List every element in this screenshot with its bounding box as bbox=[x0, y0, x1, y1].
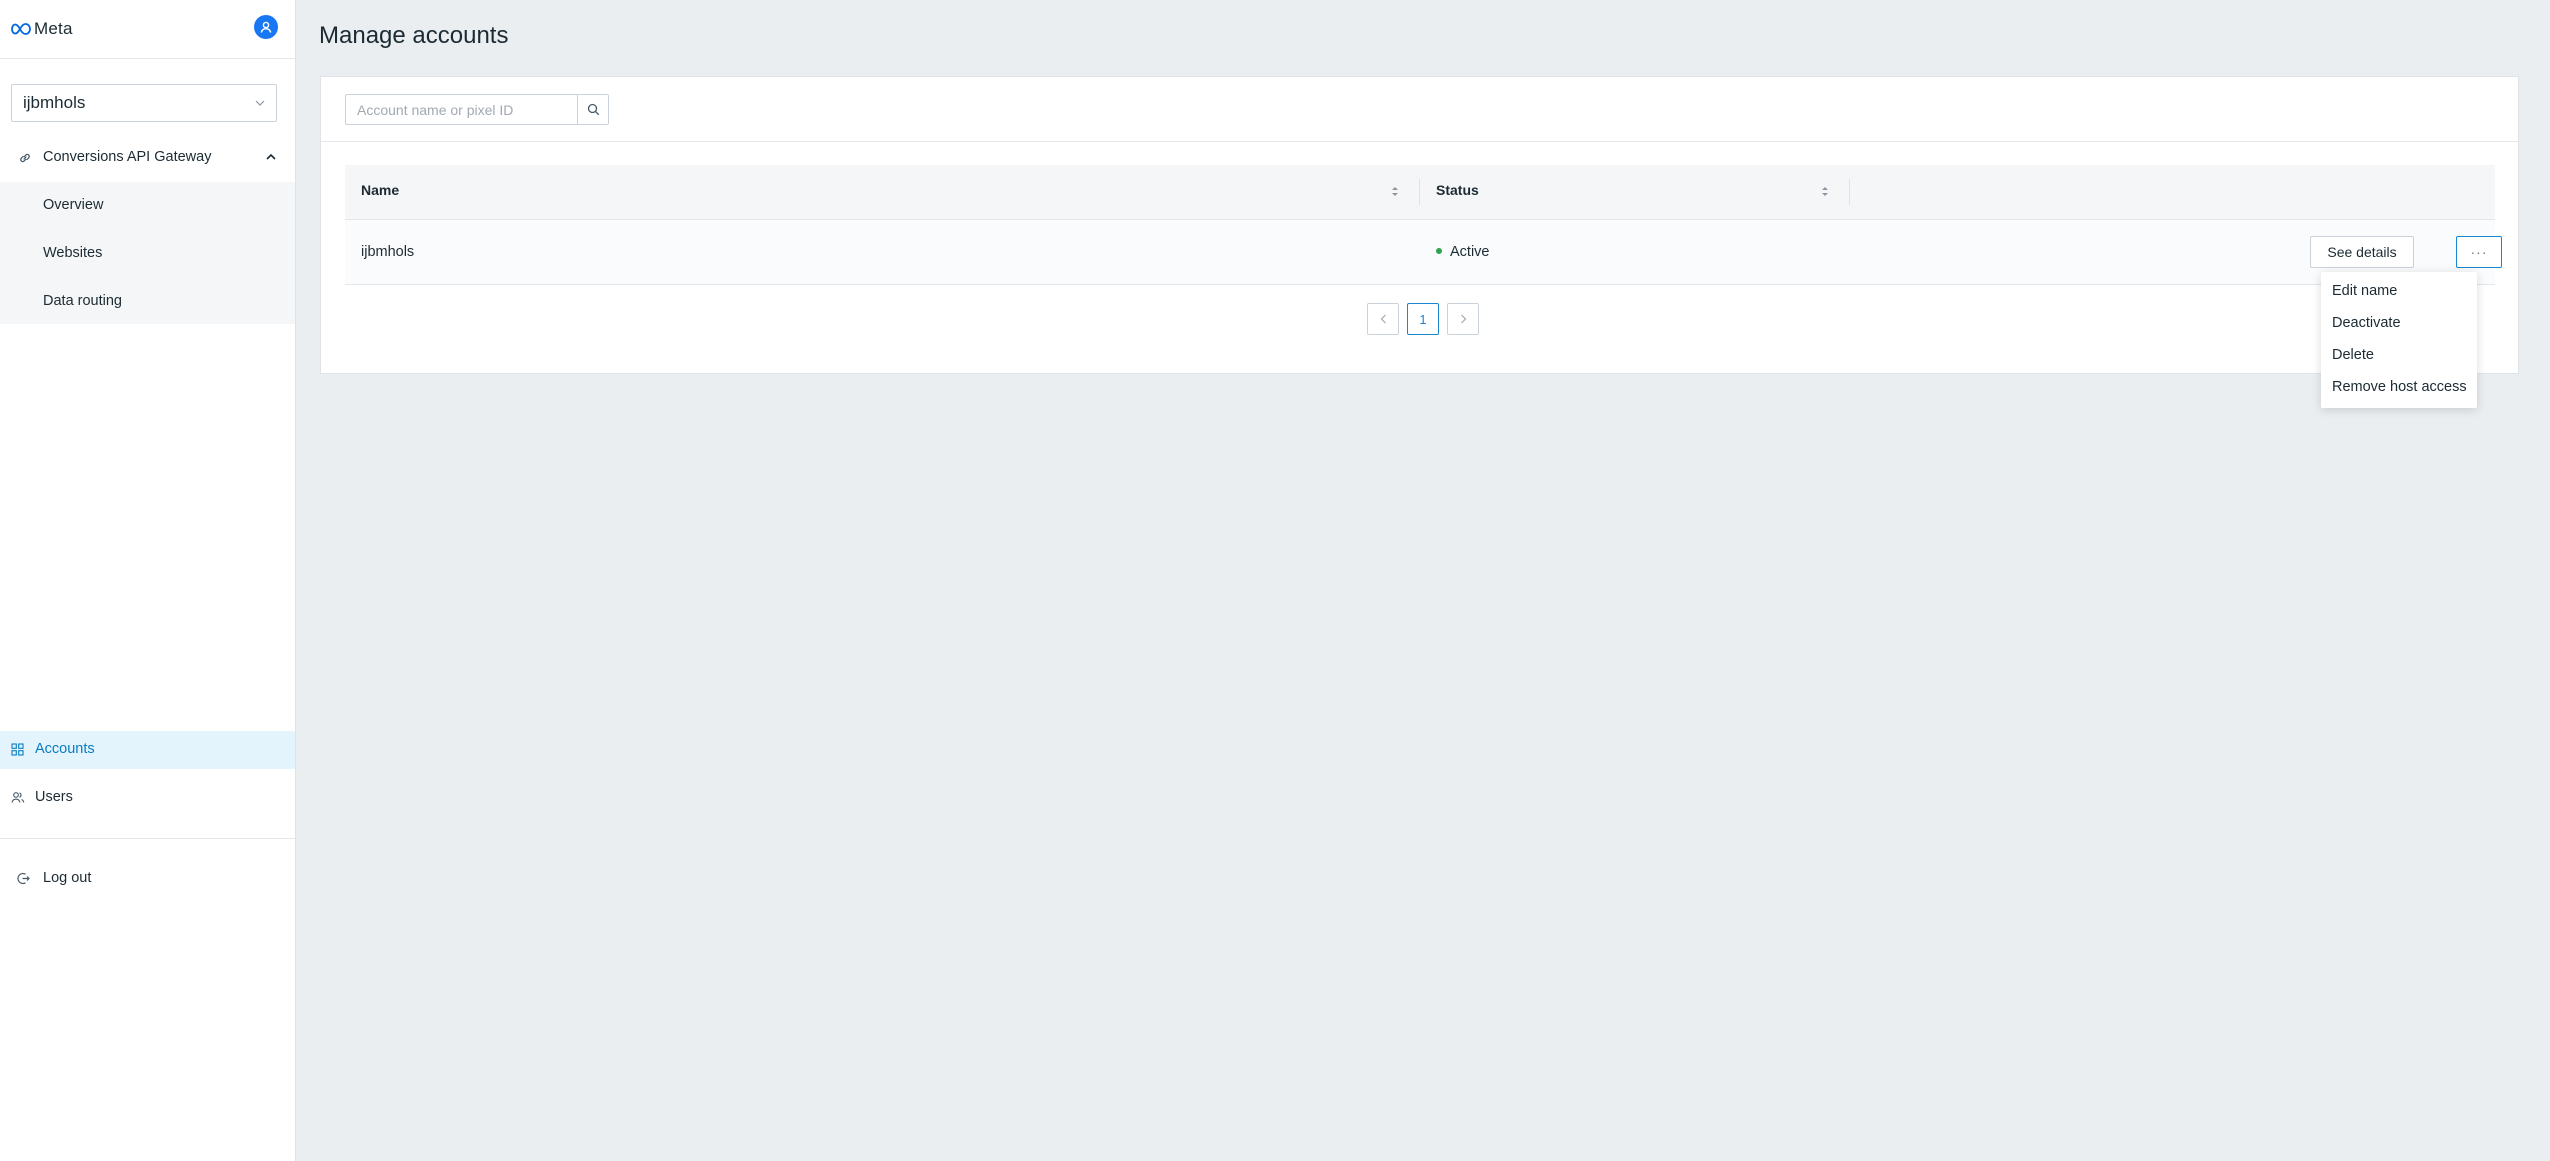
users-icon bbox=[11, 792, 25, 803]
table-header: Name Status bbox=[345, 165, 2495, 220]
row-actions-menu: Edit name Deactivate Delete Remove host … bbox=[2321, 272, 2477, 408]
column-header-name[interactable]: Name bbox=[361, 182, 399, 198]
menu-item-deactivate[interactable]: Deactivate bbox=[2332, 315, 2401, 331]
link-icon bbox=[20, 153, 30, 163]
sidebar-item-accounts-label: Accounts bbox=[35, 741, 95, 757]
sidebar-subnav: Overview Websites Data routing bbox=[0, 182, 295, 324]
status-active-dot bbox=[1436, 248, 1442, 255]
page-button-current[interactable]: 1 bbox=[1407, 303, 1439, 335]
accounts-table: Name Status ijbmhols Active See details … bbox=[345, 165, 2502, 285]
search-icon bbox=[587, 103, 599, 116]
sidebar-divider bbox=[0, 58, 295, 59]
sort-icon[interactable] bbox=[1821, 185, 1829, 198]
status-text: Active bbox=[1450, 244, 1490, 260]
more-icon: ··· bbox=[2470, 244, 2488, 260]
sort-icon[interactable] bbox=[1391, 185, 1399, 198]
menu-item-edit-name[interactable]: Edit name bbox=[2332, 283, 2397, 299]
menu-item-remove-host-access[interactable]: Remove host access bbox=[2332, 379, 2467, 395]
account-selector-value: ijbmhols bbox=[23, 93, 86, 112]
column-divider bbox=[1419, 179, 1420, 205]
sidebar-item-websites[interactable]: Websites bbox=[43, 245, 102, 261]
logout-button[interactable]: Log out bbox=[0, 860, 295, 898]
search-button[interactable] bbox=[577, 94, 609, 125]
sidebar-item-users-label: Users bbox=[35, 789, 73, 805]
menu-item-delete[interactable]: Delete bbox=[2332, 347, 2374, 363]
next-page-button[interactable] bbox=[1447, 303, 1479, 335]
sidebar-group-label: Conversions API Gateway bbox=[43, 149, 212, 165]
sidebar-item-accounts[interactable]: Accounts bbox=[0, 731, 295, 769]
sidebar-item-overview[interactable]: Overview bbox=[43, 197, 103, 213]
chevron-left-icon bbox=[1380, 314, 1386, 324]
sidebar-item-data-routing[interactable]: Data routing bbox=[43, 293, 122, 309]
grid-icon bbox=[11, 743, 24, 756]
search-input[interactable] bbox=[345, 94, 578, 125]
user-avatar-button[interactable] bbox=[254, 15, 278, 39]
sidebar-divider bbox=[0, 838, 295, 839]
chevron-up-icon bbox=[266, 153, 276, 160]
account-name-cell: ijbmhols bbox=[361, 244, 415, 260]
status-cell: Active bbox=[1436, 244, 1490, 260]
column-header-status[interactable]: Status bbox=[1436, 182, 1479, 198]
table-row: ijbmhols Active See details ··· bbox=[345, 220, 2502, 285]
accounts-card: Name Status ijbmhols Active See details … bbox=[320, 76, 2519, 374]
chevron-down-icon bbox=[255, 100, 265, 106]
user-icon bbox=[260, 21, 272, 33]
prev-page-button[interactable] bbox=[1367, 303, 1399, 335]
logout-icon bbox=[17, 872, 30, 885]
brand-name: Meta bbox=[34, 19, 73, 38]
column-divider bbox=[1849, 179, 1850, 205]
page-title: Manage accounts bbox=[319, 22, 509, 49]
pagination: 1 bbox=[1367, 303, 1479, 335]
sidebar: Meta ijbmhols Conversions API Gateway Ov… bbox=[0, 0, 296, 1161]
meta-logo[interactable]: Meta bbox=[10, 17, 73, 41]
sidebar-item-users[interactable]: Users bbox=[0, 779, 295, 817]
see-details-button[interactable]: See details bbox=[2310, 236, 2414, 268]
meta-infinity-icon bbox=[11, 23, 31, 35]
logout-label: Log out bbox=[43, 870, 92, 886]
card-divider bbox=[321, 141, 2518, 142]
chevron-right-icon bbox=[1460, 314, 1466, 324]
more-options-button[interactable]: ··· bbox=[2456, 236, 2502, 268]
account-selector[interactable]: ijbmhols bbox=[11, 84, 277, 122]
sidebar-group-conversions-api-gateway[interactable]: Conversions API Gateway bbox=[0, 142, 295, 174]
